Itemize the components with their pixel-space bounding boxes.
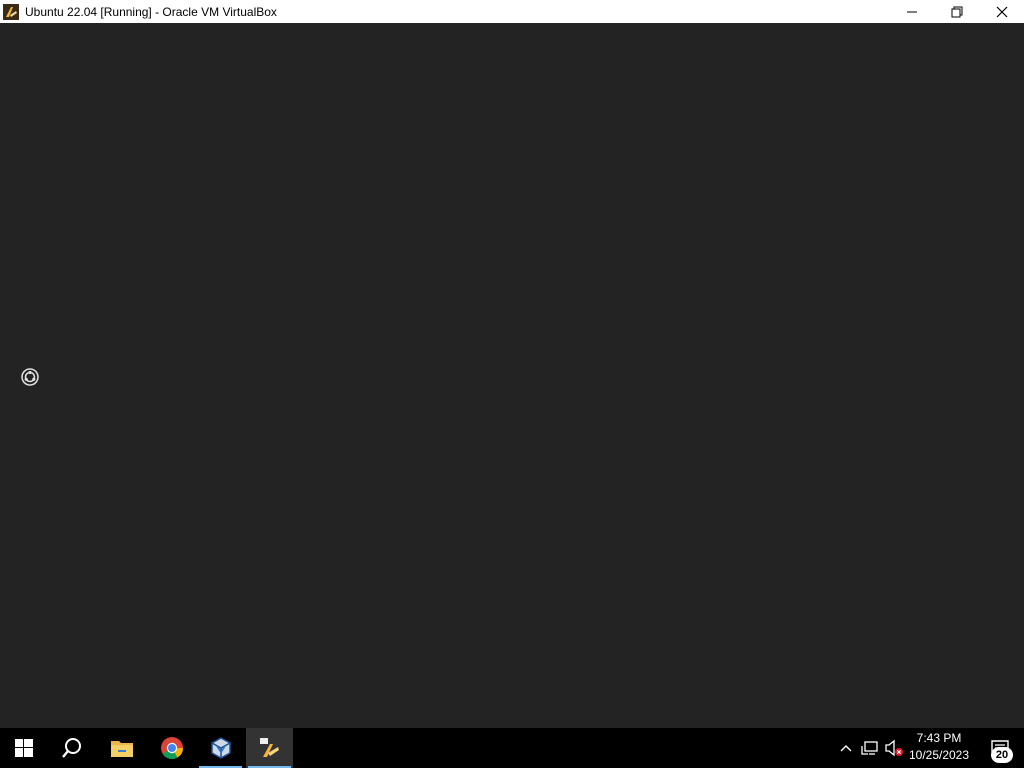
clock[interactable]: 7:43 PM 10/25/2023 (905, 730, 973, 766)
virtualbox-icon (210, 737, 231, 759)
file-explorer-button[interactable] (98, 728, 145, 768)
search-icon (61, 738, 81, 758)
clock-time: 7:43 PM (916, 731, 962, 745)
folder-icon (110, 741, 133, 757)
restore-icon (951, 6, 962, 17)
chevron-up-icon (840, 745, 852, 752)
virtualbox-vm-icon (3, 3, 19, 20)
network-button[interactable] (860, 738, 880, 758)
taskbar: 7:43 PM 10/25/2023 20 (0, 728, 1024, 768)
search-button[interactable] (48, 728, 95, 768)
volume-muted-icon (885, 739, 903, 757)
close-button[interactable] (979, 0, 1024, 23)
restore-button[interactable] (934, 0, 979, 23)
volume-button[interactable] (884, 738, 904, 758)
virtualbox-manager-button[interactable] (197, 728, 244, 768)
virtualbox-vm-button[interactable] (246, 728, 293, 768)
windows-logo-icon (14, 739, 33, 757)
start-button[interactable] (0, 728, 47, 768)
notification-count-badge: 20 (991, 747, 1013, 763)
network-icon (861, 741, 878, 755)
window-controls (889, 0, 1024, 23)
chrome-button[interactable] (148, 728, 195, 768)
clock-date: 10/25/2023 (908, 748, 970, 762)
virtualbox-vm-icon (259, 738, 279, 757)
vm-display[interactable] (0, 23, 1024, 728)
minimize-button[interactable] (889, 0, 934, 23)
show-hidden-icons-button[interactable] (836, 738, 856, 758)
chrome-icon (160, 737, 183, 759)
close-icon (996, 6, 1007, 17)
loading-spinner-icon (21, 368, 39, 386)
window-title-bar[interactable]: Ubuntu 22.04 [Running] - Oracle VM Virtu… (0, 0, 1024, 23)
minimize-icon (906, 11, 917, 12)
window-title: Ubuntu 22.04 [Running] - Oracle VM Virtu… (25, 4, 277, 19)
